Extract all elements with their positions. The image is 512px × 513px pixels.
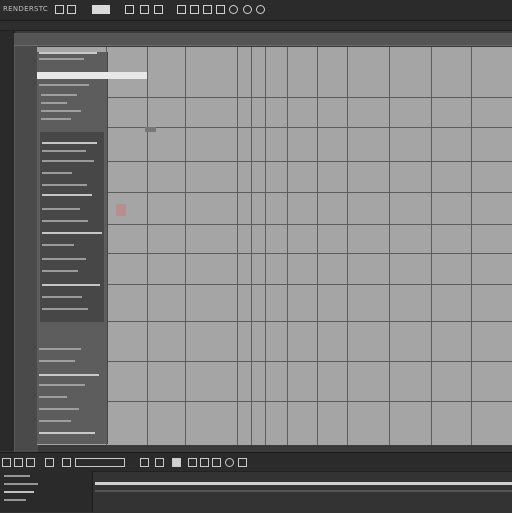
toolbar-label-stc: STC bbox=[34, 5, 49, 13]
tool-icon-3[interactable] bbox=[125, 5, 134, 14]
bottom-tool-icon-5[interactable] bbox=[62, 458, 71, 467]
canvas-viewport[interactable] bbox=[37, 47, 512, 445]
top-toolbar: RENDER STC bbox=[0, 0, 512, 21]
timeline-side-panel bbox=[0, 471, 93, 512]
bottom-tool-icon-2[interactable] bbox=[14, 458, 23, 467]
bottom-tool-icon-3[interactable] bbox=[26, 458, 35, 467]
canvas-header-bar bbox=[14, 33, 512, 46]
tool-icon-9[interactable] bbox=[216, 5, 225, 14]
tool-icon-6[interactable] bbox=[177, 5, 186, 14]
properties-section bbox=[40, 132, 104, 322]
toolbar-label-render: RENDER bbox=[3, 5, 34, 13]
tool-icon-8[interactable] bbox=[203, 5, 212, 14]
tool-icon-4[interactable] bbox=[140, 5, 149, 14]
tool-icon-12[interactable] bbox=[256, 5, 265, 14]
left-panel-frame bbox=[14, 46, 38, 452]
selection-marker[interactable] bbox=[116, 204, 126, 216]
left-rail bbox=[0, 31, 15, 451]
bottom-tool-icon-9[interactable] bbox=[200, 458, 209, 467]
tool-icon-7[interactable] bbox=[190, 5, 199, 14]
bottom-tool-slider[interactable] bbox=[75, 458, 125, 467]
tool-icon-11[interactable] bbox=[243, 5, 252, 14]
properties-panel bbox=[37, 52, 147, 444]
tool-icon-2[interactable] bbox=[67, 5, 76, 14]
bottom-toolbar bbox=[0, 452, 512, 471]
secondary-toolbar bbox=[0, 21, 512, 31]
timeline-subtrack[interactable] bbox=[95, 490, 512, 492]
bottom-tool-icon-8[interactable] bbox=[188, 458, 197, 467]
bottom-tool-icon-1[interactable] bbox=[2, 458, 11, 467]
tool-icon-1[interactable] bbox=[55, 5, 64, 14]
tool-icon-active[interactable] bbox=[92, 5, 110, 14]
tool-icon-5[interactable] bbox=[154, 5, 163, 14]
bottom-tool-icon-12[interactable] bbox=[238, 458, 247, 467]
bottom-tool-icon-active[interactable] bbox=[172, 458, 181, 467]
tool-icon-10[interactable] bbox=[229, 5, 238, 14]
bottom-tool-icon-11[interactable] bbox=[225, 458, 234, 467]
bottom-tool-icon-10[interactable] bbox=[212, 458, 221, 467]
properties-header[interactable] bbox=[37, 72, 147, 79]
bottom-tool-icon-4[interactable] bbox=[45, 458, 54, 467]
timeline-track[interactable] bbox=[95, 482, 512, 485]
bottom-tool-icon-6[interactable] bbox=[140, 458, 149, 467]
canvas-tag bbox=[145, 127, 156, 132]
bottom-tool-icon-7[interactable] bbox=[155, 458, 164, 467]
